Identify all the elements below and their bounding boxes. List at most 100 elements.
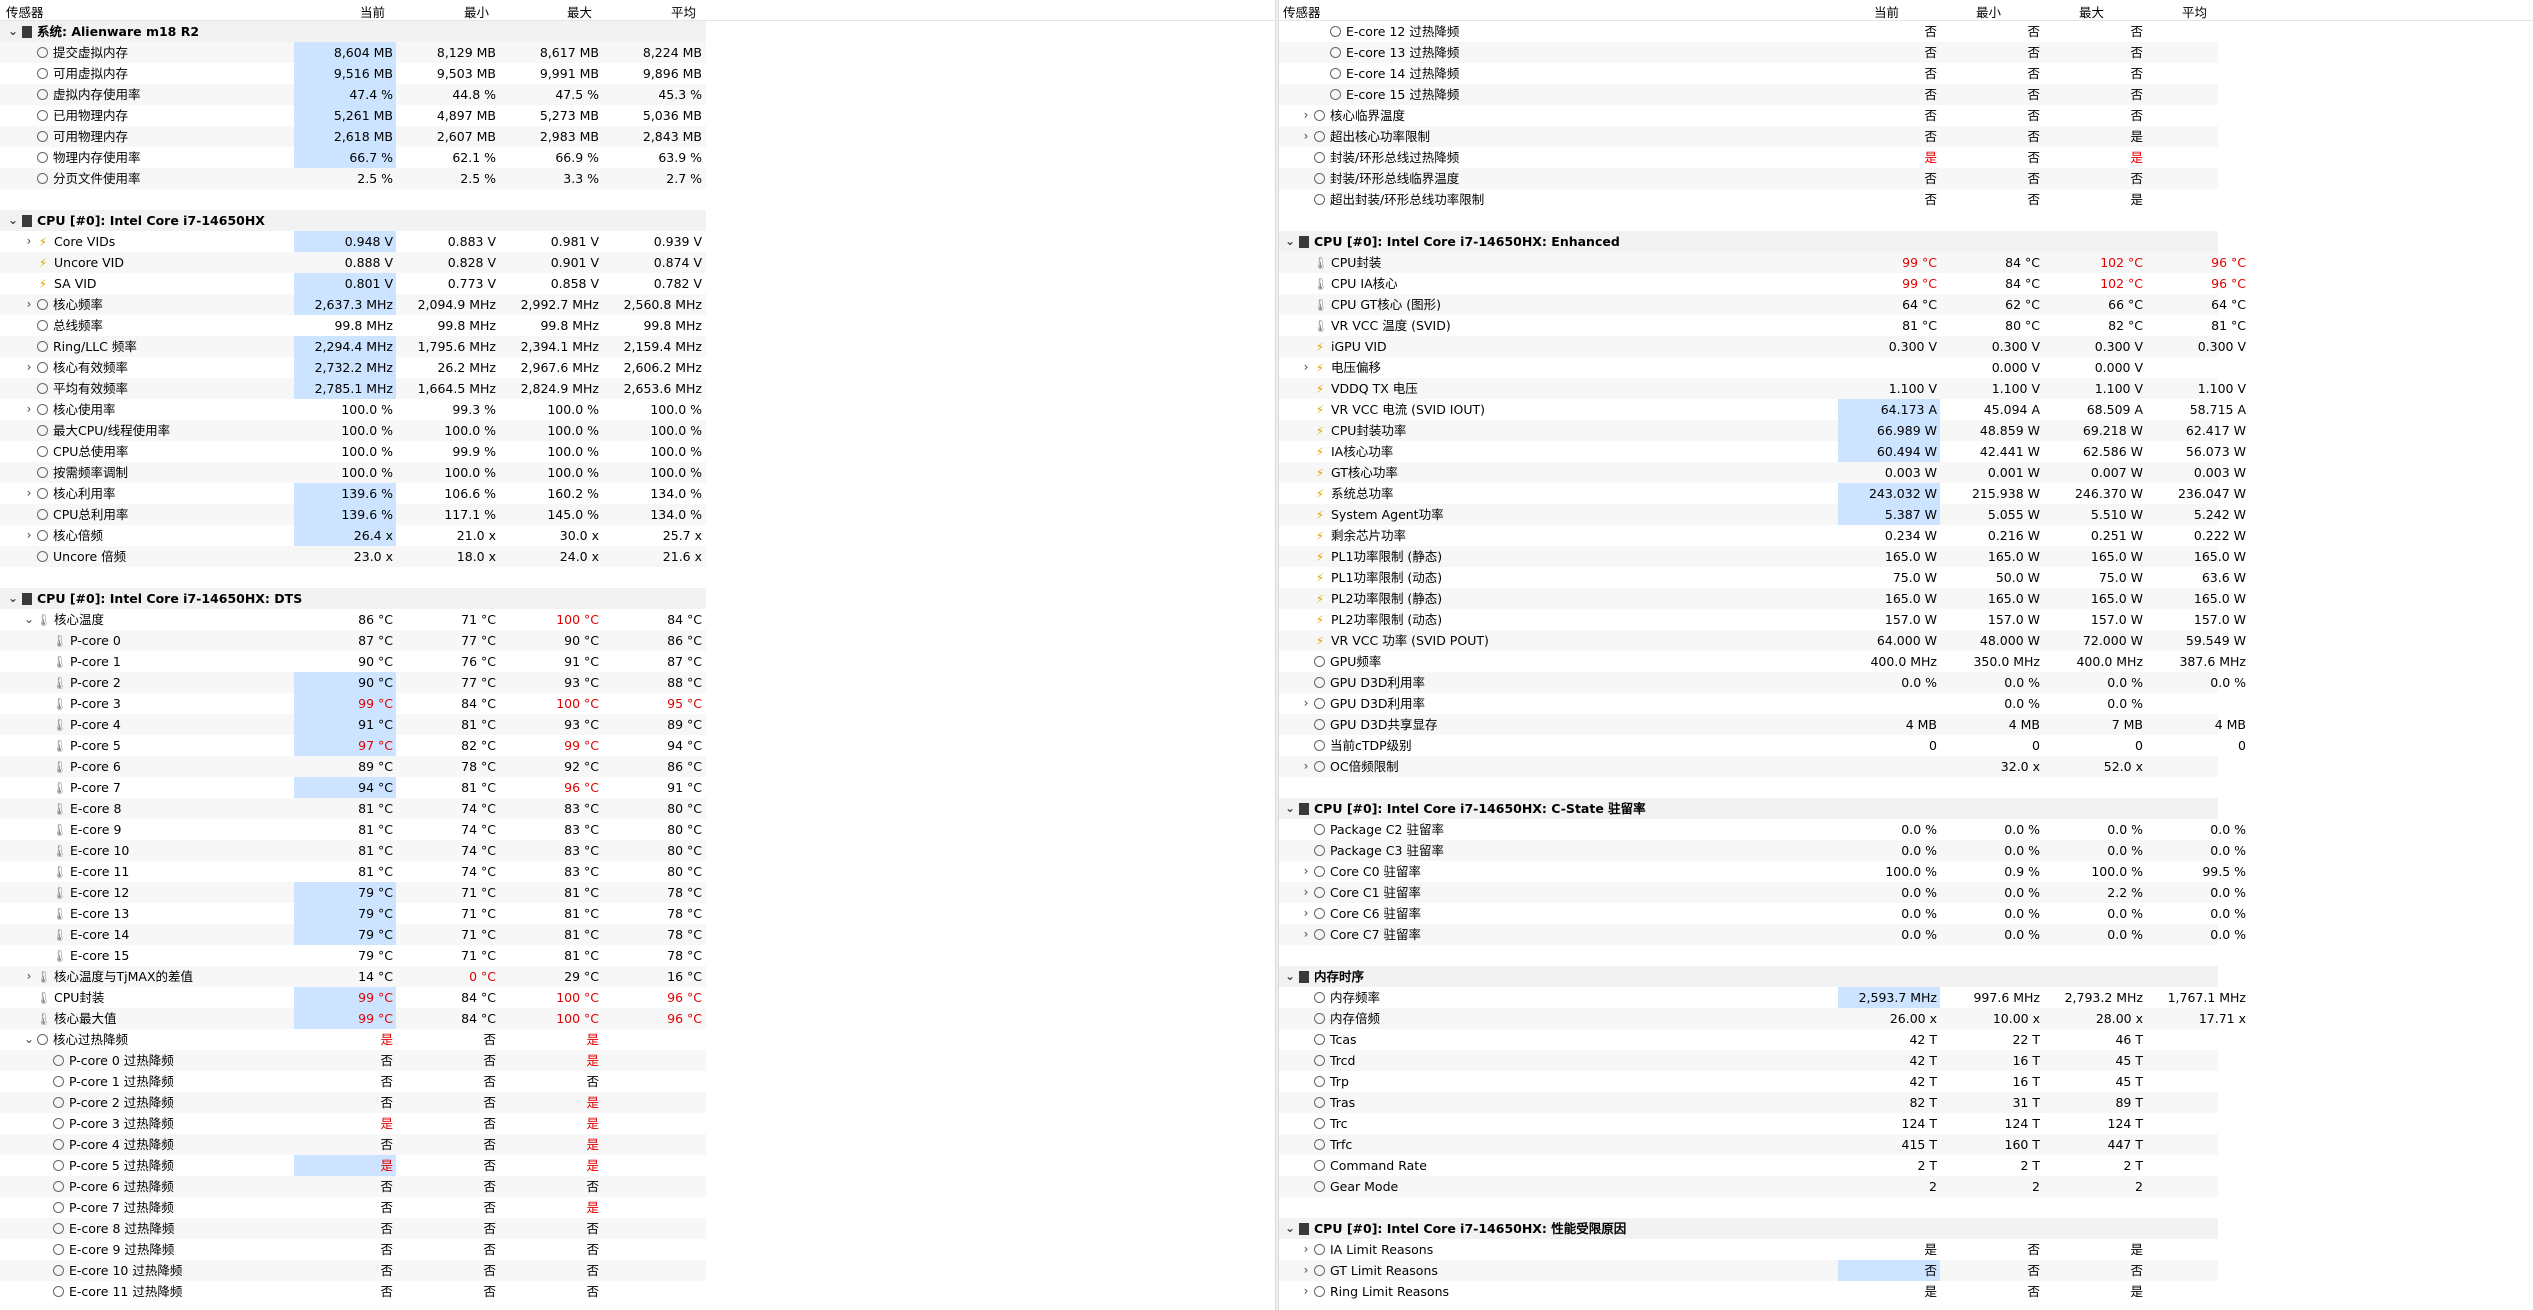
- sensor-row[interactable]: 封装/环形总线临界温度 否 否 否: [1279, 168, 2533, 189]
- sensor-row[interactable]: P-core 2 过热降频 否 否 是: [0, 1092, 1275, 1113]
- expand-arrow-icon[interactable]: ›: [1299, 1239, 1313, 1260]
- sensor-row[interactable]: ⚡ IA核心功率 60.494 W 42.441 W 62.586 W 56.073 W: [1279, 441, 2533, 462]
- sensor-name-cell[interactable]: ⌄ CPU [#0]: Intel Core i7-14650HX: C-Stat…: [1283, 798, 1646, 819]
- collapse-arrow-icon[interactable]: ⌄: [1283, 231, 1297, 252]
- sensor-name-cell[interactable]: Package C3 驻留率: [1299, 840, 1444, 861]
- collapse-arrow-icon[interactable]: ⌄: [6, 588, 20, 609]
- sensor-name-cell[interactable]: 可用虚拟内存: [22, 63, 128, 84]
- sensor-name-cell[interactable]: P-core 5 过热降频: [38, 1155, 174, 1176]
- sensor-list-right[interactable]: E-core 12 过热降频否否否 E-core 13 过热降频否否否 E-core…: [1279, 21, 2533, 1302]
- expand-arrow-icon[interactable]: ›: [1299, 924, 1313, 945]
- sensor-row[interactable]: › 核心临界温度 否 否 否: [1279, 105, 2533, 126]
- sensor-row[interactable]: 🌡 E-core 11 81 °C 74 °C 83 °C 80 °C: [0, 861, 1275, 882]
- sensor-row[interactable]: 总线频率 99.8 MHz 99.8 MHz 99.8 MHz 99.8 MHz: [0, 315, 1275, 336]
- sensor-name-cell[interactable]: E-core 9 过热降频: [38, 1239, 174, 1260]
- sensor-row[interactable]: ⚡ VR VCC 功率 (SVID POUT) 64.000 W 48.000 W 72…: [1279, 630, 2533, 651]
- sensor-row[interactable]: ⚡ Uncore VID 0.888 V 0.828 V 0.901 V 0.874 V: [0, 252, 1275, 273]
- sensor-name-cell[interactable]: › 核心临界温度: [1299, 105, 1405, 126]
- sensor-name-cell[interactable]: › 核心倍频: [22, 525, 103, 546]
- sensor-row[interactable]: › Core C6 驻留率 0.0 % 0.0 % 0.0 % 0.0 %: [1279, 903, 2533, 924]
- sensor-row[interactable]: › ⚡ Core VIDs 0.948 V 0.883 V 0.981 V 0.939 V: [0, 231, 1275, 252]
- sensor-name-cell[interactable]: ⚡ CPU封装功率: [1299, 420, 1407, 441]
- sensor-name-cell[interactable]: › Ring Limit Reasons: [1299, 1281, 1449, 1302]
- sensor-name-cell[interactable]: Trp: [1299, 1071, 1349, 1092]
- sensor-name-cell[interactable]: ⚡ PL2功率限制 (静态): [1299, 588, 1442, 609]
- sensor-name-cell[interactable]: E-core 12 过热降频: [1315, 21, 1459, 42]
- sensor-row[interactable]: 提交虚拟内存 8,604 MB 8,129 MB 8,617 MB 8,224 MB: [0, 42, 1275, 63]
- sensor-row[interactable]: P-core 4 过热降频 否 否 是: [0, 1134, 1275, 1155]
- sensor-name-cell[interactable]: ⌄ 内存时序: [1283, 966, 1364, 987]
- sensor-name-cell[interactable]: 🌡 E-core 9: [38, 819, 121, 840]
- sensor-row[interactable]: Uncore 倍频 23.0 x 18.0 x 24.0 x 21.6 x: [0, 546, 1275, 567]
- sensor-name-cell[interactable]: ⚡ SA VID: [22, 273, 97, 294]
- sensor-row[interactable]: 🌡 P-core 5 97 °C 82 °C 99 °C 94 °C: [0, 735, 1275, 756]
- collapse-arrow-icon[interactable]: ⌄: [6, 210, 20, 231]
- sensor-row[interactable]: E-core 14 过热降频 否 否 否: [1279, 63, 2533, 84]
- sensor-name-cell[interactable]: E-core 11 过热降频: [38, 1281, 182, 1302]
- sensor-row[interactable]: › 核心使用率 100.0 % 99.3 % 100.0 % 100.0 %: [0, 399, 1275, 420]
- sensor-row[interactable]: ⚡ PL2功率限制 (静态) 165.0 W 165.0 W 165.0 W 165.0 …: [1279, 588, 2533, 609]
- sensor-name-cell[interactable]: 分页文件使用率: [22, 168, 141, 189]
- sensor-row[interactable]: E-core 12 过热降频 否 否 否: [1279, 21, 2533, 42]
- sensor-row[interactable]: Tras 82 T 31 T 89 T: [1279, 1092, 2533, 1113]
- sensor-row[interactable]: P-core 5 过热降频 是 否 是: [0, 1155, 1275, 1176]
- expand-arrow-icon[interactable]: ›: [22, 525, 36, 546]
- sensor-row[interactable]: ⌄ 核心过热降频 是 否 是: [0, 1029, 1275, 1050]
- sensor-name-cell[interactable]: 🌡 P-core 2: [38, 672, 121, 693]
- sensor-name-cell[interactable]: ⚡ PL1功率限制 (静态): [1299, 546, 1442, 567]
- sensor-name-cell[interactable]: Gear Mode: [1299, 1176, 1398, 1197]
- sensor-row[interactable]: › ⚡ 电压偏移 0.000 V 0.000 V: [1279, 357, 2533, 378]
- sensor-name-cell[interactable]: ⌄ 系统: Alienware m18 R2: [6, 21, 199, 42]
- sensor-row[interactable]: ⚡ CPU封装功率 66.989 W 48.859 W 69.218 W 62.417 W: [1279, 420, 2533, 441]
- sensor-name-cell[interactable]: 🌡 P-core 3: [38, 693, 121, 714]
- sensor-name-cell[interactable]: P-core 1 过热降频: [38, 1071, 174, 1092]
- sensor-row[interactable]: 🌡 P-core 4 91 °C 81 °C 93 °C 89 °C: [0, 714, 1275, 735]
- sensor-name-cell[interactable]: › 核心有效频率: [22, 357, 128, 378]
- sensor-name-cell[interactable]: Tras: [1299, 1092, 1355, 1113]
- sensor-row[interactable]: › GT Limit Reasons 否 否 否: [1279, 1260, 2533, 1281]
- sensor-row[interactable]: 🌡 E-core 8 81 °C 74 °C 83 °C 80 °C: [0, 798, 1275, 819]
- sensor-row[interactable]: 物理内存使用率 66.7 % 62.1 % 66.9 % 63.9 %: [0, 147, 1275, 168]
- sensor-group-row[interactable]: ⌄ CPU [#0]: Intel Core i7-14650HX: DTS: [0, 588, 1275, 609]
- sensor-name-cell[interactable]: ⚡ System Agent功率: [1299, 504, 1444, 525]
- sensor-row[interactable]: 🌡 CPU GT核心 (图形) 64 °C 62 °C 66 °C 64 °C: [1279, 294, 2533, 315]
- collapse-arrow-icon[interactable]: ⌄: [22, 1029, 36, 1050]
- sensor-row[interactable]: 🌡 P-core 6 89 °C 78 °C 92 °C 86 °C: [0, 756, 1275, 777]
- sensor-row[interactable]: CPU总使用率 100.0 % 99.9 % 100.0 % 100.0 %: [0, 441, 1275, 462]
- sensor-name-cell[interactable]: P-core 3 过热降频: [38, 1113, 174, 1134]
- sensor-row[interactable]: E-core 11 过热降频 否 否 否: [0, 1281, 1275, 1302]
- expand-arrow-icon[interactable]: ›: [1299, 1281, 1313, 1302]
- sensor-name-cell[interactable]: E-core 15 过热降频: [1315, 84, 1459, 105]
- sensor-row[interactable]: 🌡 P-core 7 94 °C 81 °C 96 °C 91 °C: [0, 777, 1275, 798]
- sensor-row[interactable]: ⚡ iGPU VID 0.300 V 0.300 V 0.300 V 0.300 V: [1279, 336, 2533, 357]
- sensor-row[interactable]: 🌡 VR VCC 温度 (SVID) 81 °C 80 °C 82 °C 81 °C: [1279, 315, 2533, 336]
- sensor-row[interactable]: › Ring Limit Reasons 是 否 是: [1279, 1281, 2533, 1302]
- sensor-name-cell[interactable]: Trfc: [1299, 1134, 1352, 1155]
- sensor-name-cell[interactable]: ⚡ VR VCC 功率 (SVID POUT): [1299, 630, 1489, 651]
- sensor-row[interactable]: GPU D3D利用率 0.0 % 0.0 % 0.0 % 0.0 %: [1279, 672, 2533, 693]
- sensor-row[interactable]: 🌡 E-core 15 79 °C 71 °C 81 °C 78 °C: [0, 945, 1275, 966]
- header-avg[interactable]: 平均: [671, 2, 696, 21]
- sensor-row[interactable]: Trcd 42 T 16 T 45 T: [1279, 1050, 2533, 1071]
- sensor-name-cell[interactable]: › ⚡ Core VIDs: [22, 231, 116, 252]
- sensor-name-cell[interactable]: ⚡ iGPU VID: [1299, 336, 1387, 357]
- sensor-row[interactable]: Package C2 驻留率 0.0 % 0.0 % 0.0 % 0.0 %: [1279, 819, 2533, 840]
- sensor-name-cell[interactable]: P-core 0 过热降频: [38, 1050, 174, 1071]
- header-max[interactable]: 最大: [2079, 2, 2104, 21]
- sensor-row[interactable]: 🌡 CPU封装 99 °C 84 °C 102 °C 96 °C: [1279, 252, 2533, 273]
- sensor-row[interactable]: 🌡 E-core 12 79 °C 71 °C 81 °C 78 °C: [0, 882, 1275, 903]
- sensor-row[interactable]: ⚡ 系统总功率 243.032 W 215.938 W 246.370 W 236.047…: [1279, 483, 2533, 504]
- collapse-arrow-icon[interactable]: ⌄: [1283, 798, 1297, 819]
- sensor-name-cell[interactable]: 可用物理内存: [22, 126, 128, 147]
- sensor-name-cell[interactable]: ⌄ CPU [#0]: Intel Core i7-14650HX: [6, 210, 265, 231]
- sensor-name-cell[interactable]: Command Rate: [1299, 1155, 1427, 1176]
- sensor-name-cell[interactable]: › Core C7 驻留率: [1299, 924, 1421, 945]
- header-avg[interactable]: 平均: [2182, 2, 2207, 21]
- sensor-name-cell[interactable]: › 核心利用率: [22, 483, 116, 504]
- expand-arrow-icon[interactable]: ›: [1299, 357, 1313, 378]
- sensor-name-cell[interactable]: Uncore 倍频: [22, 546, 126, 567]
- sensor-row[interactable]: 可用虚拟内存 9,516 MB 9,503 MB 9,991 MB 9,896 MB: [0, 63, 1275, 84]
- expand-arrow-icon[interactable]: ›: [1299, 903, 1313, 924]
- sensor-name-cell[interactable]: 虚拟内存使用率: [22, 84, 141, 105]
- sensor-name-cell[interactable]: 🌡 E-core 15: [38, 945, 129, 966]
